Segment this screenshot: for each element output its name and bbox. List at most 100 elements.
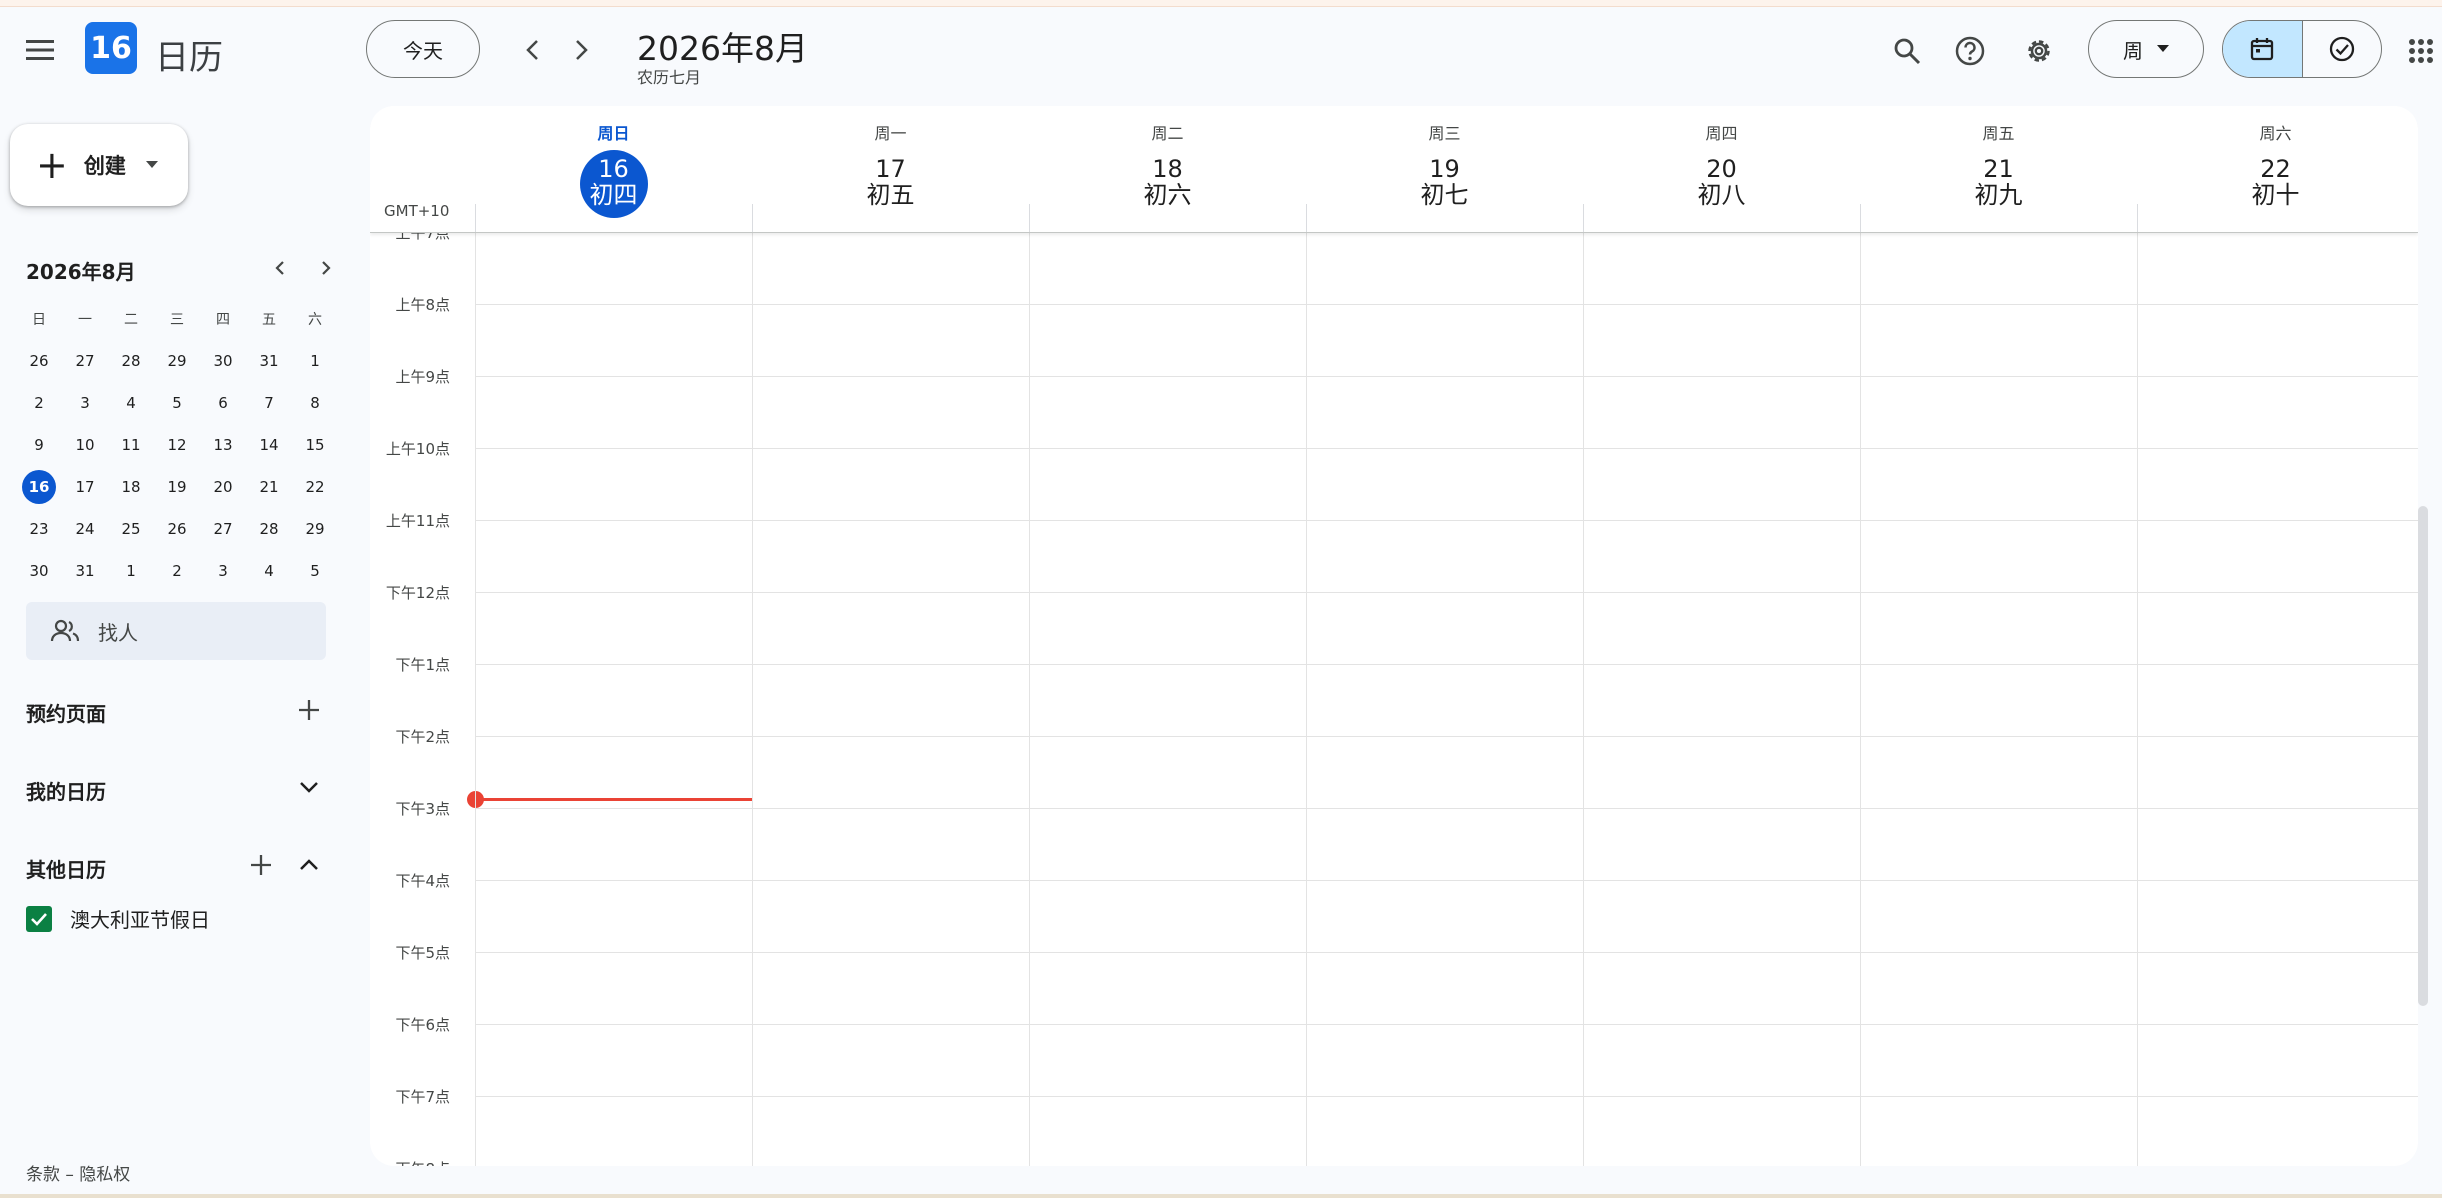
mini-calendar-day[interactable]: 15 <box>292 424 338 466</box>
mini-calendar-day[interactable]: 5 <box>154 382 200 424</box>
terms-privacy-links[interactable]: 条款 – 隐私权 <box>26 1160 130 1185</box>
hamburger-menu-icon <box>26 40 54 60</box>
mini-calendar-day-number: 30 <box>29 562 49 580</box>
mini-calendar-day[interactable]: 31 <box>62 550 108 592</box>
day-column-header[interactable]: 周一 17 初五 <box>752 106 1029 232</box>
mini-calendar-day[interactable]: 4 <box>246 550 292 592</box>
mini-calendar-next-button[interactable] <box>308 250 344 286</box>
calendar-view-button[interactable] <box>2223 21 2302 77</box>
chevron-up-icon <box>300 859 318 870</box>
mini-calendar-day[interactable]: 1 <box>292 340 338 382</box>
mini-calendar-day[interactable]: 5 <box>292 550 338 592</box>
mini-calendar-day[interactable]: 4 <box>108 382 154 424</box>
mini-calendar-day[interactable]: 6 <box>200 382 246 424</box>
mini-calendar-day[interactable]: 2 <box>16 382 62 424</box>
main-menu-button[interactable] <box>14 24 66 76</box>
chevron-right-icon <box>322 261 331 275</box>
calendar-logo-icon[interactable]: 16 <box>85 22 137 74</box>
gear-icon <box>2028 40 2050 62</box>
hour-gridline <box>475 520 2418 521</box>
mini-calendar-day-number: 3 <box>80 394 90 412</box>
mini-calendar-day[interactable]: 29 <box>154 340 200 382</box>
day-weekday-label: 周三 <box>1428 124 1461 143</box>
add-booking-page-button[interactable] <box>292 693 326 727</box>
mini-calendar-grid: 日一二三四五六 26 27 28 29 30 31 1 2 3 4 5 6 7 8 9 10 11 12 13 14 15… <box>16 298 338 592</box>
app-name[interactable]: 日历 <box>155 30 223 79</box>
mini-calendar-day[interactable]: 23 <box>16 508 62 550</box>
mini-calendar-day[interactable]: 27 <box>62 340 108 382</box>
mini-calendar-day[interactable]: 3 <box>200 550 246 592</box>
mini-calendar-day[interactable]: 26 <box>16 340 62 382</box>
mini-calendar-day[interactable]: 28 <box>108 340 154 382</box>
day-date-number: 20 <box>1706 155 1737 183</box>
tasks-view-button[interactable] <box>2301 21 2382 77</box>
mini-calendar-day[interactable]: 31 <box>246 340 292 382</box>
my-calendars-heading[interactable]: 我的日历 <box>26 776 106 805</box>
calendar-item-australia-holidays[interactable]: 澳大利亚节假日 <box>26 904 210 933</box>
mini-calendar-day[interactable]: 7 <box>246 382 292 424</box>
mini-calendar-day[interactable]: 17 <box>62 466 108 508</box>
mini-calendar-day[interactable]: 13 <box>200 424 246 466</box>
mini-calendar-day[interactable]: 12 <box>154 424 200 466</box>
mini-calendar-day[interactable]: 26 <box>154 508 200 550</box>
view-selector[interactable]: 周 <box>2088 20 2204 78</box>
collapse-other-calendars-button[interactable] <box>292 848 326 882</box>
previous-week-button[interactable] <box>510 28 554 72</box>
day-column-header[interactable]: 周五 21 初九 <box>1860 106 2137 232</box>
mini-calendar-day[interactable]: 19 <box>154 466 200 508</box>
calendar-checkbox[interactable] <box>26 905 52 932</box>
mini-calendar-day[interactable]: 1 <box>108 550 154 592</box>
day-column-header[interactable]: 周三 19 初七 <box>1306 106 1583 232</box>
mini-calendar-day-number: 31 <box>75 562 95 580</box>
mini-calendar-day[interactable]: 16 <box>16 466 62 508</box>
help-button[interactable] <box>1947 28 1993 74</box>
search-button[interactable] <box>1884 28 1930 74</box>
add-other-calendar-button[interactable] <box>244 848 278 882</box>
mini-calendar-day[interactable]: 30 <box>16 550 62 592</box>
find-people-input[interactable]: 找人 <box>26 602 326 660</box>
create-button[interactable]: + 创建 <box>10 124 188 206</box>
caret-down-icon <box>2157 45 2169 52</box>
mini-calendar-day[interactable]: 25 <box>108 508 154 550</box>
mini-calendar-day-number: 16 <box>22 470 56 504</box>
mini-calendar-day[interactable]: 21 <box>246 466 292 508</box>
mini-calendar-day[interactable]: 28 <box>246 508 292 550</box>
mini-calendar-day[interactable]: 3 <box>62 382 108 424</box>
mini-calendar-day[interactable]: 30 <box>200 340 246 382</box>
week-view-scrollbar[interactable] <box>2418 506 2428 1006</box>
mini-calendar-day-number: 11 <box>121 436 141 454</box>
google-apps-button[interactable] <box>2400 28 2442 74</box>
mini-calendar-prev-button[interactable] <box>262 250 298 286</box>
next-week-button[interactable] <box>560 28 604 72</box>
mini-calendar-day[interactable]: 2 <box>154 550 200 592</box>
day-column-header[interactable]: 周四 20 初八 <box>1583 106 1860 232</box>
mini-calendar-day[interactable]: 20 <box>200 466 246 508</box>
mini-calendar-day[interactable]: 14 <box>246 424 292 466</box>
expand-my-calendars-button[interactable] <box>292 770 326 804</box>
mini-calendar-title: 2026年8月 <box>26 260 136 284</box>
time-grid[interactable]: 上午7点 上午8点 上午9点 上午10点 上午11点 下午12点 下午1点 下午2点 下午3点下… <box>370 224 2418 1166</box>
plus-icon <box>251 855 271 875</box>
day-column-header[interactable]: 周日 16 初四 <box>475 106 752 232</box>
settings-button[interactable] <box>2016 28 2062 74</box>
today-button[interactable]: 今天 <box>366 20 480 78</box>
day-lunar-date: 初十 <box>2251 181 2300 209</box>
mini-calendar-day[interactable]: 10 <box>62 424 108 466</box>
mini-calendar-day[interactable]: 22 <box>292 466 338 508</box>
mini-calendar-day[interactable]: 18 <box>108 466 154 508</box>
day-date-number: 18 <box>1152 155 1183 183</box>
mini-calendar-day-number: 17 <box>75 478 95 496</box>
mini-calendar-day[interactable]: 29 <box>292 508 338 550</box>
chevron-left-icon <box>526 40 538 60</box>
day-column-header[interactable]: 周六 22 初十 <box>2137 106 2414 232</box>
day-column-header[interactable]: 周二 18 初六 <box>1029 106 1306 232</box>
mini-calendar-day-number: 6 <box>218 394 228 412</box>
mini-calendar-day[interactable]: 11 <box>108 424 154 466</box>
mini-calendar-day-number: 22 <box>305 478 325 496</box>
day-date-number: 17 <box>875 155 906 183</box>
mini-calendar-day[interactable]: 24 <box>62 508 108 550</box>
mini-calendar-day[interactable]: 27 <box>200 508 246 550</box>
other-calendars-heading[interactable]: 其他日历 <box>26 854 106 883</box>
mini-calendar-day[interactable]: 8 <box>292 382 338 424</box>
mini-calendar-day[interactable]: 9 <box>16 424 62 466</box>
